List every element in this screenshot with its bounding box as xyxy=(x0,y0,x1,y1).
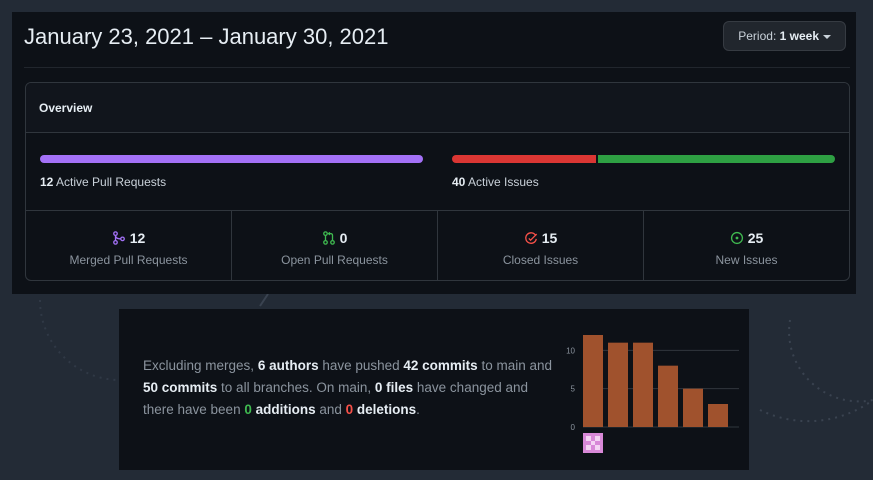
commits-main-link[interactable]: 42 commits xyxy=(403,358,477,373)
stats-row: 12 Merged Pull Requests 0 Open Pull Requ… xyxy=(26,211,849,280)
pulse-header: January 23, 2021 – January 30, 2021 Peri… xyxy=(24,12,850,68)
files-changed-count: 0 files xyxy=(374,380,414,395)
summary-fragment: and xyxy=(315,402,346,417)
open-segment xyxy=(597,155,835,163)
stat-value: 15 xyxy=(541,230,558,246)
stat-label: Merged Pull Requests xyxy=(69,253,188,267)
issues-bar xyxy=(452,155,835,163)
stat-label: New Issues xyxy=(715,253,778,267)
caret-down-icon xyxy=(823,34,831,39)
summary-fragment: . xyxy=(416,402,420,417)
additions-word: additions xyxy=(251,402,316,417)
pull-requests-bar xyxy=(40,155,423,163)
active-pull-requests-label[interactable]: 12 Active Pull Requests xyxy=(40,175,423,189)
active-pull-requests-count: 12 xyxy=(40,175,54,189)
deletions-count: 0 deletions xyxy=(346,402,417,417)
authors-link[interactable]: 6 authors xyxy=(258,358,319,373)
commit-bar-author-5[interactable] xyxy=(683,388,703,427)
commit-summary-panel: Excluding merges, 6 authors have pushed … xyxy=(119,309,749,470)
activity-bars: 12 Active Pull Requests 40 Active Issues xyxy=(26,133,849,211)
additions-count: 0 additions xyxy=(244,402,315,417)
stat-merged-pull-requests[interactable]: 12 Merged Pull Requests xyxy=(26,211,232,280)
commit-bar-author-3[interactable] xyxy=(633,342,653,427)
overview-heading: Overview xyxy=(26,83,849,133)
overview-box: Overview 12 Active Pull Requests 40 Acti… xyxy=(25,82,850,281)
stat-open-pull-requests[interactable]: 0 Open Pull Requests xyxy=(232,211,438,280)
author-avatar-6[interactable] xyxy=(583,433,603,453)
y-tick-label: 10 xyxy=(566,346,575,355)
period-value: 1 week xyxy=(779,29,819,43)
merged-segment xyxy=(40,155,423,163)
commit-bar-author-1[interactable] xyxy=(583,335,603,427)
summary-fragment: have pushed xyxy=(318,358,404,373)
commit-bar-author-2[interactable] xyxy=(608,342,628,427)
active-pull-requests-text: Active Pull Requests xyxy=(53,175,167,189)
y-tick-label: 0 xyxy=(571,423,576,432)
commit-bar-author-4[interactable] xyxy=(658,365,678,427)
issues-summary[interactable]: 40 Active Issues xyxy=(452,155,835,189)
active-issues-label[interactable]: 40 Active Issues xyxy=(452,175,835,189)
stat-value: 0 xyxy=(339,230,348,246)
commit-summary-text: Excluding merges, 6 authors have pushed … xyxy=(143,355,555,421)
stat-new-issues[interactable]: 25 New Issues xyxy=(644,211,849,280)
period-dropdown-button[interactable]: Period: 1 week xyxy=(723,21,846,51)
commit-bar-author-6[interactable] xyxy=(708,404,728,427)
active-issues-text: Active Issues xyxy=(465,175,539,189)
closed-segment xyxy=(452,155,596,163)
deletions-word: deletions xyxy=(353,402,417,417)
stat-label: Closed Issues xyxy=(502,253,579,267)
summary-fragment: Excluding merges, xyxy=(143,358,258,373)
stat-label: Open Pull Requests xyxy=(281,253,388,267)
pulse-panel: January 23, 2021 – January 30, 2021 Peri… xyxy=(12,12,856,294)
page-title: January 23, 2021 – January 30, 2021 xyxy=(24,24,389,49)
y-tick-label: 5 xyxy=(571,385,576,394)
issue-opened-icon xyxy=(730,231,743,245)
additions-number: 0 xyxy=(244,402,252,417)
stat-closed-issues[interactable]: 15 Closed Issues xyxy=(438,211,644,280)
summary-fragment: to all branches. On main, xyxy=(217,380,375,395)
pull-requests-summary[interactable]: 12 Active Pull Requests xyxy=(40,155,423,189)
stat-value: 25 xyxy=(747,230,764,246)
issue-closed-icon xyxy=(524,232,537,244)
active-issues-count: 40 xyxy=(452,175,466,189)
stat-value: 12 xyxy=(129,230,146,246)
git-merge-icon xyxy=(112,231,125,245)
git-pull-request-icon xyxy=(322,231,335,245)
summary-fragment: to main and xyxy=(477,358,552,373)
commits-chart-svg: 0 5 10 xyxy=(566,335,739,432)
period-prefix: Period: xyxy=(738,29,777,43)
commits-by-author-chart: 0 5 10 xyxy=(559,325,739,455)
commits-all-link[interactable]: 50 commits xyxy=(143,380,217,395)
